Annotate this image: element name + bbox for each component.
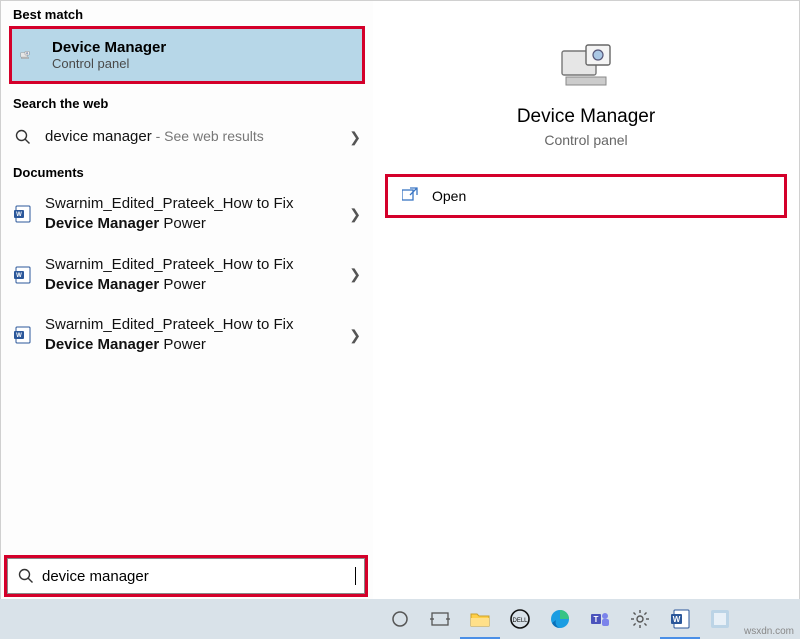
taskbar-file-explorer-icon[interactable] — [460, 599, 500, 639]
document-text: Swarnim_Edited_Prateek_How to Fix Device… — [45, 315, 341, 356]
open-label: Open — [432, 188, 466, 204]
best-match-subtitle: Control panel — [52, 56, 166, 71]
doc-line1: Swarnim_Edited_Prateek_How to Fix — [45, 194, 341, 214]
search-icon — [16, 566, 36, 586]
web-suffix-text: - See web results — [152, 128, 264, 144]
word-doc-icon: W — [13, 265, 33, 285]
preview-title: Device Manager — [373, 106, 799, 128]
doc-bold: Device Manager — [45, 215, 159, 232]
highlight-box-open: Open — [385, 174, 787, 218]
search-bar[interactable] — [7, 558, 365, 594]
web-query-text: device manager — [45, 128, 152, 145]
document-text: Swarnim_Edited_Prateek_How to Fix Device… — [45, 194, 341, 235]
svg-text:DELL: DELL — [512, 618, 528, 624]
document-result-row[interactable]: W Swarnim_Edited_Prateek_How to Fix Devi… — [1, 245, 373, 306]
web-result-row[interactable]: device manager - See web results ❯ — [1, 115, 373, 159]
document-text: Swarnim_Edited_Prateek_How to Fix Device… — [45, 255, 341, 296]
section-label-documents: Documents — [1, 159, 373, 184]
svg-text:W: W — [16, 333, 22, 339]
device-manager-icon — [20, 45, 40, 65]
taskbar-cortana-icon[interactable] — [380, 599, 420, 639]
preview-subtitle: Control panel — [373, 132, 799, 148]
word-doc-icon: W — [13, 325, 33, 345]
results-list-column: Best match Device Manager Control panel — [1, 1, 373, 599]
section-label-web: Search the web — [1, 84, 373, 115]
taskbar-taskview-icon[interactable] — [420, 599, 460, 639]
watermark-text: wsxdn.com — [744, 626, 794, 637]
search-results-panel: Best match Device Manager Control panel — [0, 0, 800, 600]
open-icon — [402, 187, 418, 205]
document-result-row[interactable]: W Swarnim_Edited_Prateek_How to Fix Devi… — [1, 184, 373, 245]
chevron-right-icon: ❯ — [349, 327, 361, 344]
search-input[interactable] — [42, 568, 355, 585]
doc-after: Power — [159, 276, 206, 293]
doc-bold: Device Manager — [45, 276, 159, 293]
open-button[interactable]: Open — [388, 177, 784, 215]
document-result-row[interactable]: W Swarnim_Edited_Prateek_How to Fix Devi… — [1, 305, 373, 366]
highlight-box-search — [4, 555, 368, 597]
taskbar-dell-icon[interactable]: DELL — [500, 599, 540, 639]
chevron-right-icon: ❯ — [349, 266, 361, 283]
search-icon — [13, 127, 33, 147]
doc-after: Power — [159, 215, 206, 232]
best-match-text: Device Manager Control panel — [52, 39, 166, 71]
doc-bold: Device Manager — [45, 336, 159, 353]
chevron-right-icon: ❯ — [349, 206, 361, 223]
preview-column: Device Manager Control panel Open — [373, 1, 799, 599]
best-match-item[interactable]: Device Manager Control panel — [12, 29, 362, 81]
taskbar: DELL T W — [0, 599, 800, 639]
preview-header: Device Manager Control panel — [373, 1, 799, 148]
section-label-best-match: Best match — [1, 1, 373, 26]
doc-line1: Swarnim_Edited_Prateek_How to Fix — [45, 255, 341, 275]
taskbar-settings-icon[interactable] — [620, 599, 660, 639]
svg-text:W: W — [16, 273, 22, 279]
text-caret — [355, 567, 356, 585]
highlight-box-best-match: Device Manager Control panel — [9, 26, 365, 84]
taskbar-teams-icon[interactable]: T — [580, 599, 620, 639]
best-match-title: Device Manager — [52, 39, 166, 56]
svg-text:W: W — [16, 212, 22, 218]
taskbar-word-icon[interactable]: W — [660, 599, 700, 639]
svg-text:T: T — [594, 615, 599, 624]
taskbar-app-icon[interactable] — [700, 599, 740, 639]
word-doc-icon: W — [13, 204, 33, 224]
device-manager-icon — [558, 41, 614, 89]
doc-line1: Swarnim_Edited_Prateek_How to Fix — [45, 315, 341, 335]
chevron-right-icon: ❯ — [349, 129, 361, 146]
svg-text:W: W — [673, 615, 681, 624]
doc-after: Power — [159, 336, 206, 353]
web-result-text: device manager - See web results — [45, 127, 341, 147]
taskbar-edge-icon[interactable] — [540, 599, 580, 639]
